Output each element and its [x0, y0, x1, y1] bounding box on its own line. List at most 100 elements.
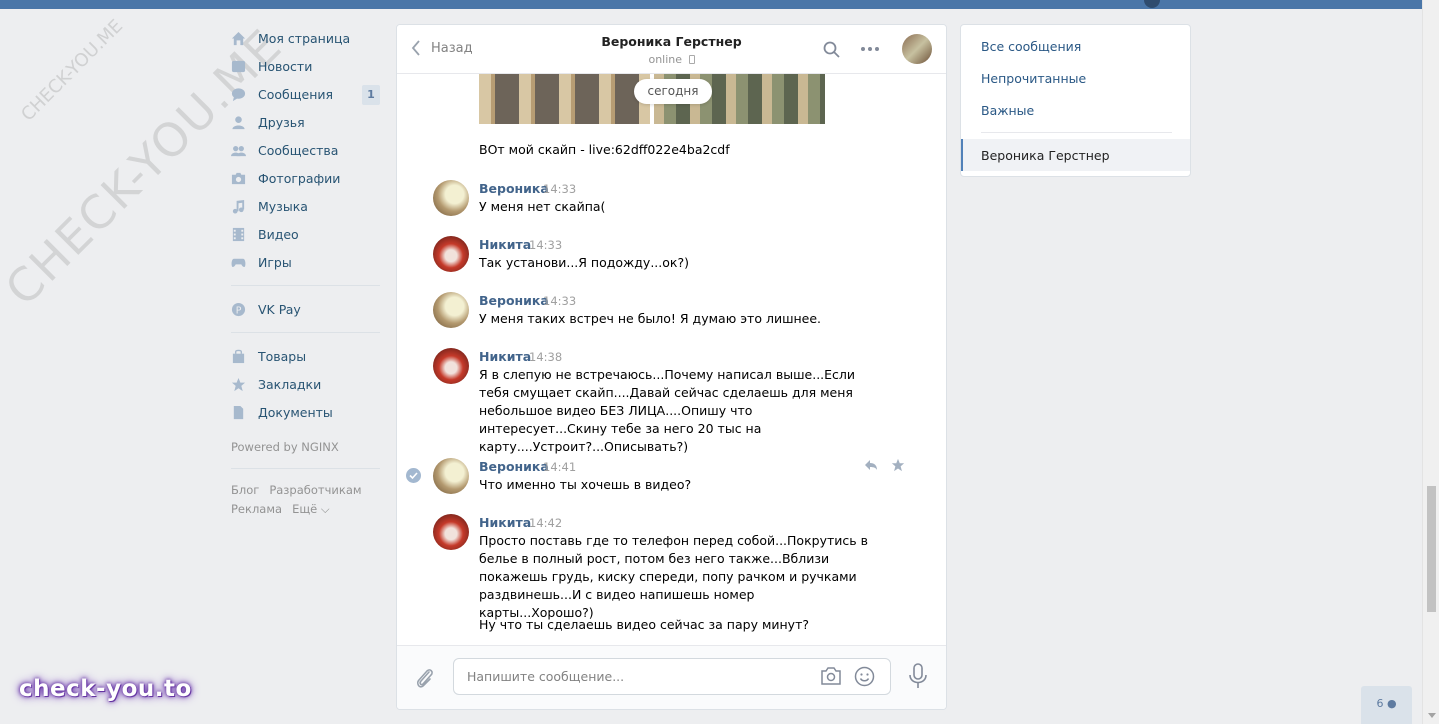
message-author[interactable]: Никита [479, 237, 531, 252]
message-time[interactable]: 14:33 [543, 294, 576, 308]
scroll-down-arrow[interactable] [1428, 713, 1436, 718]
date-badge: сегодня [634, 79, 712, 104]
gamepad-icon [231, 258, 246, 267]
message-text: Так установи...Я подожду...ок?) [479, 255, 689, 270]
nav-messages[interactable]: Сообщения 1 [228, 80, 383, 108]
filter-important[interactable]: Важные [981, 103, 1034, 118]
avatar[interactable] [433, 458, 469, 494]
footer-link-blog[interactable]: Блог [231, 483, 259, 497]
watermark-small: CHECK-YOU.ME [17, 15, 128, 126]
message-time[interactable]: 14:38 [529, 350, 562, 364]
message-author[interactable]: Вероника [479, 181, 549, 196]
header-avatar[interactable] [1144, 0, 1160, 8]
avatar[interactable] [433, 514, 469, 550]
online-friends-button[interactable]: 6 ● [1361, 686, 1412, 724]
nav-friends[interactable]: Друзья [228, 108, 383, 136]
back-label: Назад [431, 40, 473, 56]
scrollbar-thumb[interactable] [1427, 486, 1436, 612]
powered-by: Powered by NGINX [231, 440, 339, 454]
star-icon [231, 377, 246, 391]
left-nav: Моя страница Новости Сообщения 1 Друзья … [228, 24, 383, 519]
avatar[interactable] [433, 236, 469, 272]
news-icon [231, 60, 246, 72]
message-time[interactable]: 14:33 [543, 182, 576, 196]
microphone-icon[interactable] [909, 663, 927, 689]
active-conversation-label: Вероника Герстнер [981, 148, 1110, 163]
nav-label: VK Pay [258, 301, 301, 317]
nav-label: Товары [258, 348, 307, 364]
nav-news[interactable]: Новости [228, 52, 383, 80]
message-author[interactable]: Вероника [479, 293, 549, 308]
nav-groups[interactable]: Сообщества [228, 136, 383, 164]
message-history[interactable]: сегодня ВОт мой скайп - live:62dff022e4b… [397, 74, 946, 647]
nav-music[interactable]: Музыка [228, 192, 383, 220]
vkpay-icon: P [231, 302, 246, 316]
nav-goods[interactable]: Товары [228, 342, 383, 370]
message-author[interactable]: Вероника [479, 459, 549, 474]
message-composer [397, 645, 946, 709]
camera-icon[interactable] [820, 667, 842, 685]
mobile-icon [688, 55, 695, 64]
nav-label: Документы [258, 404, 333, 420]
nav-photos[interactable]: Фотографии [228, 164, 383, 192]
footer-link-more[interactable]: Ещё ⌵ [292, 502, 330, 516]
nav-games[interactable]: Игры [228, 248, 383, 276]
chat-panel: Назад Вероника Герстнер online сегодня В… [396, 24, 947, 710]
message-time[interactable]: 14:33 [529, 238, 562, 252]
nav-label: Закладки [258, 376, 322, 392]
document-icon [233, 405, 244, 419]
nav-label: Игры [258, 254, 292, 270]
footer-link-ads[interactable]: Реклама [231, 502, 282, 516]
video-icon [232, 227, 245, 241]
nav-documents[interactable]: Документы [228, 398, 383, 426]
more-icon[interactable] [860, 46, 880, 52]
message-text: Просто поставь где то телефон перед собо… [479, 533, 868, 620]
page-scrollbar[interactable] [1422, 0, 1439, 724]
selected-check-icon[interactable] [406, 468, 421, 483]
avatar[interactable] [433, 348, 469, 384]
nav-label: Сообщества [258, 142, 339, 158]
music-icon [232, 199, 245, 214]
filter-all-messages[interactable]: Все сообщения [981, 39, 1081, 54]
paperclip-icon[interactable] [415, 666, 435, 690]
message-text: Ну что ты сделаешь видео сейчас за пару … [479, 617, 809, 632]
star-icon[interactable] [891, 458, 905, 472]
top-bar [0, 0, 1422, 9]
nav-my-page[interactable]: Моя страница [228, 24, 383, 52]
message-time[interactable]: 14:42 [529, 516, 562, 530]
chevron-left-icon [411, 40, 420, 56]
message-text: Что именно ты хочешь в видео? [479, 477, 692, 492]
message-text: У меня нет скайпа( [479, 199, 606, 214]
nav-label: Друзья [258, 114, 305, 130]
message-text: ВОт мой скайп - live:62dff022e4ba2cdf [479, 142, 730, 157]
message-author[interactable]: Никита [479, 349, 531, 364]
chat-avatar[interactable] [902, 34, 932, 64]
nav-video[interactable]: Видео [228, 220, 383, 248]
nav-divider [231, 468, 380, 469]
avatar[interactable] [433, 180, 469, 216]
message-author[interactable]: Никита [479, 515, 531, 530]
chat-status: online [397, 53, 946, 66]
nav-label: Музыка [258, 198, 308, 214]
nav-bookmarks[interactable]: Закладки [228, 370, 383, 398]
reply-icon[interactable] [864, 459, 878, 471]
back-button[interactable]: Назад [411, 40, 473, 56]
photo-attachment[interactable] [479, 74, 650, 124]
emoji-icon[interactable] [854, 666, 875, 687]
footer-links: Блог Разработчикам Реклама Ещё ⌵ [231, 481, 383, 519]
message-text: Я в слепую не встречаюсь...Почему написа… [479, 367, 856, 454]
filter-unread[interactable]: Непрочитанные [981, 71, 1086, 86]
message-time[interactable]: 14:41 [543, 460, 576, 474]
nav-label: Новости [258, 58, 313, 74]
search-icon[interactable] [823, 41, 840, 58]
nav-label: Сообщения [258, 86, 334, 102]
footer-link-dev[interactable]: Разработчикам [269, 483, 361, 497]
message-input-box[interactable] [453, 658, 891, 695]
friend-icon [232, 115, 245, 129]
nav-label: Видео [258, 226, 299, 242]
avatar[interactable] [433, 292, 469, 328]
nav-vkpay[interactable]: P VK Pay [228, 295, 383, 323]
active-conversation-item[interactable]: Вероника Герстнер [961, 139, 1190, 171]
message-input[interactable] [454, 659, 794, 694]
message-text: У меня таких встреч не было! Я думаю это… [479, 311, 822, 326]
